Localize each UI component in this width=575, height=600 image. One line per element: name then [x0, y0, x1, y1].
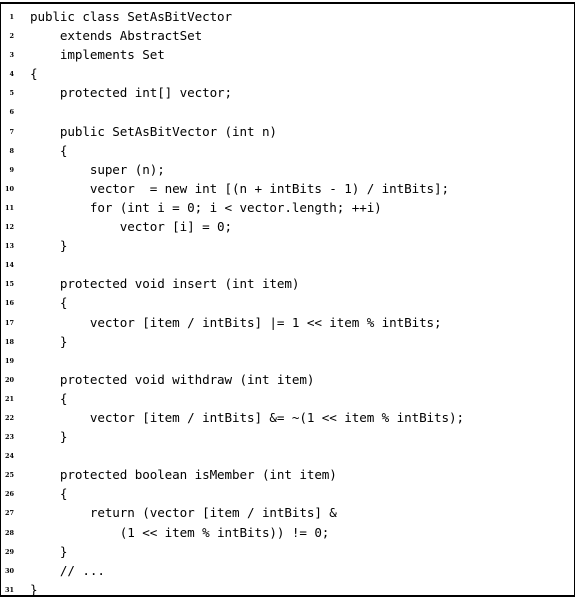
- line-number: 24: [4, 452, 14, 461]
- code-line: 8 {: [1, 141, 575, 160]
- line-number: 6: [9, 108, 14, 117]
- line-number: 25: [4, 471, 14, 480]
- code-text: protected void withdraw (int item): [30, 371, 315, 387]
- line-number: 8: [9, 146, 14, 155]
- code-text: {: [30, 295, 68, 311]
- code-line: 9 super (n);: [1, 160, 575, 179]
- line-number: 31: [4, 585, 14, 594]
- line-number: 28: [4, 528, 14, 537]
- line-number: 4: [9, 70, 14, 79]
- code-text: vector [item / intBits] |= 1 << item % i…: [30, 314, 442, 330]
- line-number: 9: [9, 165, 14, 174]
- code-line: 15 protected void insert (int item): [1, 274, 575, 293]
- code-line: 29 }: [1, 542, 575, 561]
- code-listing: 1 public class SetAsBitVector 2 extends Ab…: [1, 7, 575, 599]
- line-number: 27: [4, 509, 14, 518]
- code-line: 26 {: [1, 484, 575, 503]
- code-line: 22 vector [item / intBits] &= ~(1 << ite…: [1, 408, 575, 427]
- code-line: 20 protected void withdraw (int item): [1, 370, 575, 389]
- code-line: 5 protected int[] vector;: [1, 83, 575, 102]
- code-line: 23 }: [1, 427, 575, 446]
- code-text: vector [item / intBits] &= ~(1 << item %…: [30, 409, 464, 425]
- code-line: 28 (1 << item % intBits)) != 0;: [1, 523, 575, 542]
- code-line: 6: [1, 102, 575, 121]
- code-line: 31}: [1, 580, 575, 599]
- line-number: 5: [9, 89, 14, 98]
- code-text: }: [30, 543, 68, 559]
- line-number: 18: [4, 337, 14, 346]
- code-text: vector [i] = 0;: [30, 219, 233, 235]
- code-line: 2 extends AbstractSet: [1, 26, 575, 45]
- line-number: 26: [4, 490, 14, 499]
- line-number: 1: [9, 13, 14, 21]
- code-line: 1 public class SetAsBitVector: [1, 7, 575, 26]
- code-text: {: [30, 390, 68, 406]
- code-line: 14: [1, 255, 575, 274]
- code-text: implements Set: [30, 47, 165, 63]
- code-text: extends AbstractSet: [30, 28, 203, 44]
- code-text: protected boolean isMember (int item): [30, 467, 337, 483]
- code-text: super (n);: [30, 161, 165, 177]
- line-number: 3: [9, 51, 14, 60]
- code-text: // ...: [30, 562, 105, 578]
- line-number: 14: [4, 261, 14, 270]
- line-number: 13: [4, 242, 14, 251]
- code-text: vector = new int [(n + intBits - 1) / in…: [30, 180, 449, 196]
- code-line: 4{: [1, 64, 575, 83]
- code-line: 17 vector [item / intBits] |= 1 << item …: [1, 313, 575, 332]
- line-number: 12: [4, 223, 14, 232]
- line-number: 16: [4, 299, 14, 308]
- code-text: }: [30, 238, 68, 254]
- code-listing-frame: 1 public class SetAsBitVector 2 extends Ab…: [0, 2, 575, 597]
- code-line: 19: [1, 351, 575, 370]
- code-text: }: [30, 429, 68, 445]
- code-text: {: [30, 486, 68, 502]
- code-line: 12 vector [i] = 0;: [1, 217, 575, 236]
- line-number: 17: [4, 318, 14, 327]
- code-text: {: [30, 142, 68, 158]
- code-line: 3 implements Set: [1, 45, 575, 64]
- line-number: 2: [9, 32, 14, 41]
- line-number: 11: [4, 203, 14, 212]
- code-text: }: [30, 581, 38, 597]
- code-text: public class SetAsBitVector: [30, 9, 233, 24]
- code-text: protected int[] vector;: [30, 85, 233, 101]
- code-line: 30 // ...: [1, 561, 575, 580]
- line-number: 19: [4, 356, 14, 365]
- line-number: 10: [4, 184, 14, 193]
- code-line: 16 {: [1, 293, 575, 312]
- line-number: 15: [4, 280, 14, 289]
- code-text: {: [30, 66, 38, 82]
- code-text: for (int i = 0; i < vector.length; ++i): [30, 199, 382, 215]
- code-line: 24: [1, 446, 575, 465]
- code-line: 27 return (vector [item / intBits] &: [1, 503, 575, 522]
- line-number: 22: [4, 413, 14, 422]
- line-number: 20: [4, 375, 14, 384]
- code-line: 21 {: [1, 389, 575, 408]
- code-line: 13 }: [1, 236, 575, 255]
- code-line: 18 }: [1, 332, 575, 351]
- line-number: 23: [4, 433, 14, 442]
- line-number: 21: [4, 394, 14, 403]
- code-line: 7 public SetAsBitVector (int n): [1, 122, 575, 141]
- line-number: 7: [9, 127, 14, 136]
- code-text: (1 << item % intBits)) != 0;: [30, 524, 330, 540]
- code-text: }: [30, 333, 68, 349]
- code-text: protected void insert (int item): [30, 276, 300, 292]
- code-line: 25 protected boolean isMember (int item): [1, 465, 575, 484]
- line-number: 29: [4, 547, 14, 556]
- code-line: 11 for (int i = 0; i < vector.length; ++…: [1, 198, 575, 217]
- code-text: return (vector [item / intBits] &: [30, 505, 337, 521]
- code-line: 10 vector = new int [(n + intBits - 1) /…: [1, 179, 575, 198]
- code-text: public SetAsBitVector (int n): [30, 123, 277, 139]
- line-number: 30: [4, 566, 14, 575]
